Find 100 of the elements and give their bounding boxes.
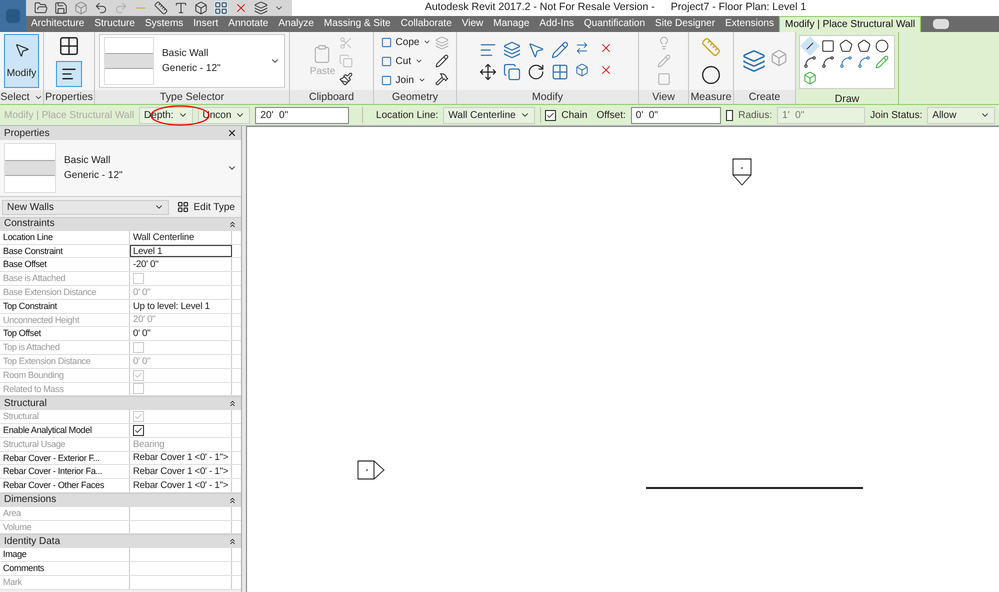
property-label: Rebar Cover - Interior Fa... [3, 465, 102, 478]
close-icon[interactable] [227, 128, 237, 138]
pointer-icon [14, 42, 30, 58]
ribbon-tab[interactable]: Quantification [578, 16, 650, 32]
panel-label: Geometry [374, 90, 456, 104]
ribbon-tab[interactable]: Analyze [273, 16, 319, 32]
measure-icon[interactable] [701, 65, 721, 85]
property-value[interactable]: Rebar Cover 1 <0' - 1"> [133, 465, 228, 478]
offset-label: Offset: [596, 108, 626, 122]
arc-icon[interactable] [803, 55, 817, 69]
property-label: Base Extension Distance [3, 286, 96, 299]
window-title: Autodesk Revit 2017.2 - Not For Resale Version - [424, 0, 655, 16]
ribbon-tab[interactable]: Systems [140, 16, 188, 32]
collapse-icon[interactable] [228, 399, 237, 408]
caret-icon[interactable] [418, 76, 426, 84]
collapse-icon[interactable] [228, 496, 237, 505]
ribbon-tab[interactable]: Site Designer [650, 16, 720, 32]
rotate-icon[interactable] [526, 63, 544, 81]
ribbon-tab[interactable]: Add-Ins [534, 16, 579, 32]
type-selector[interactable]: Basic Wall Generic - 12" [0, 140, 241, 197]
property-value[interactable]: Up to level: Level 1 [133, 300, 210, 313]
undo-icon[interactable] [94, 1, 108, 15]
family-name: Basic Wall [162, 47, 210, 61]
height-field[interactable]: 20' 0" [255, 106, 350, 124]
ribbon-tab[interactable]: Annotate [223, 16, 274, 32]
offset-field[interactable]: 0' 0" [630, 106, 721, 124]
rectangle-icon[interactable] [821, 39, 835, 53]
property-label: Top Offset [3, 327, 41, 340]
instance-filter-dropdown[interactable]: New Walls [2, 200, 170, 214]
document-title: Project7 - Floor Plan: Level 1 [670, 0, 806, 16]
property-value[interactable]: Rebar Cover 1 <0' - 1"> [133, 451, 228, 464]
property-label: Structural Usage [3, 438, 66, 451]
collapse-icon[interactable] [228, 537, 237, 546]
save-icon[interactable] [54, 1, 68, 15]
circle-icon[interactable] [875, 39, 889, 53]
join-status-label: Join Status: [870, 108, 922, 122]
ribbon-tab[interactable]: Manage [488, 16, 534, 32]
property-value[interactable]: 0' 0" [133, 327, 150, 340]
ribbon-tab[interactable]: Architecture [26, 16, 90, 32]
collapse-icon[interactable] [228, 220, 237, 229]
measure-icon[interactable] [154, 1, 168, 15]
ribbon-tab[interactable]: Modify | Place Structural Wall [779, 16, 922, 32]
move-icon[interactable] [478, 63, 496, 81]
ribbon-tab[interactable]: Collaborate [396, 16, 457, 32]
panel-label: Modify [457, 90, 638, 104]
geometry-tool[interactable]: Join [380, 72, 432, 88]
panel-label: Select [0, 90, 43, 104]
wall-preview [104, 37, 154, 85]
panel-label: Clipboard [290, 90, 373, 104]
square-icon [380, 74, 392, 86]
tangent-arc-icon[interactable] [839, 55, 853, 69]
ribbon-tab[interactable]: View [456, 16, 488, 32]
panel-label: Properties [44, 90, 94, 104]
checkbox[interactable] [726, 110, 734, 120]
geometry-tool[interactable]: Cut [380, 54, 432, 68]
line-tool-icon[interactable] [800, 36, 820, 56]
group-header: Identity Data [4, 536, 60, 547]
type-name: Generic - 12" [162, 62, 222, 76]
type-selector[interactable]: Basic Wall Generic - 12" [99, 34, 285, 88]
center-arc-icon[interactable] [821, 55, 835, 69]
property-value[interactable]: Wall Centerline [133, 230, 194, 244]
text-icon[interactable] [174, 1, 188, 15]
modify-button[interactable]: Modify [4, 34, 39, 88]
location-line-dropdown[interactable]: Wall Centerline [443, 106, 535, 124]
location-line-label: Location Line: [376, 108, 438, 122]
property-label: Comments [3, 562, 44, 575]
caret-icon[interactable] [423, 38, 432, 46]
ribbon-tab[interactable]: Insert [188, 16, 224, 32]
folder-icon[interactable] [34, 1, 48, 15]
group-header: Structural [4, 398, 47, 409]
property-label: Top Constraint [3, 300, 57, 313]
property-label: Unconnected Height [3, 314, 80, 326]
ribbon-tab[interactable]: Massing & Site [318, 16, 396, 32]
geometry-tool[interactable]: Cope [380, 34, 432, 50]
edit-type-button[interactable]: Edit Type [173, 200, 239, 214]
property-value[interactable]: Rebar Cover 1 <0' - 1"> [133, 479, 228, 492]
join-status-dropdown[interactable]: Allow [927, 106, 995, 124]
property-value[interactable]: -20' 0" [133, 258, 158, 272]
panel-label: Measure [689, 90, 733, 104]
type-name: Generic - 12" [64, 169, 124, 183]
caret-icon[interactable] [415, 57, 424, 65]
properties-toggle[interactable] [56, 61, 82, 87]
copy-elements-icon[interactable] [502, 63, 520, 81]
property-label: Top Extension Distance [3, 354, 90, 368]
property-value[interactable]: Level 1 [133, 244, 162, 258]
elevation-marker[interactable] [357, 460, 387, 480]
property-label: Top is Attached [3, 341, 60, 354]
fillet-arc-icon[interactable] [857, 55, 871, 69]
panel-title: Properties [4, 126, 50, 140]
checkbox[interactable] [133, 424, 144, 436]
radius-label: Radius: [738, 108, 772, 122]
checkbox[interactable] [545, 110, 556, 120]
property-label: Base Constraint [3, 244, 63, 258]
elevation-marker[interactable] [732, 158, 752, 188]
ribbon-tab[interactable]: Extensions [720, 16, 779, 32]
panel-label: Type Selector [95, 90, 289, 104]
panel-label: View [639, 90, 688, 104]
ribbon-tab[interactable]: Structure [89, 16, 140, 32]
property-label: Mark [3, 576, 22, 589]
polygon-icon[interactable] [839, 39, 853, 53]
